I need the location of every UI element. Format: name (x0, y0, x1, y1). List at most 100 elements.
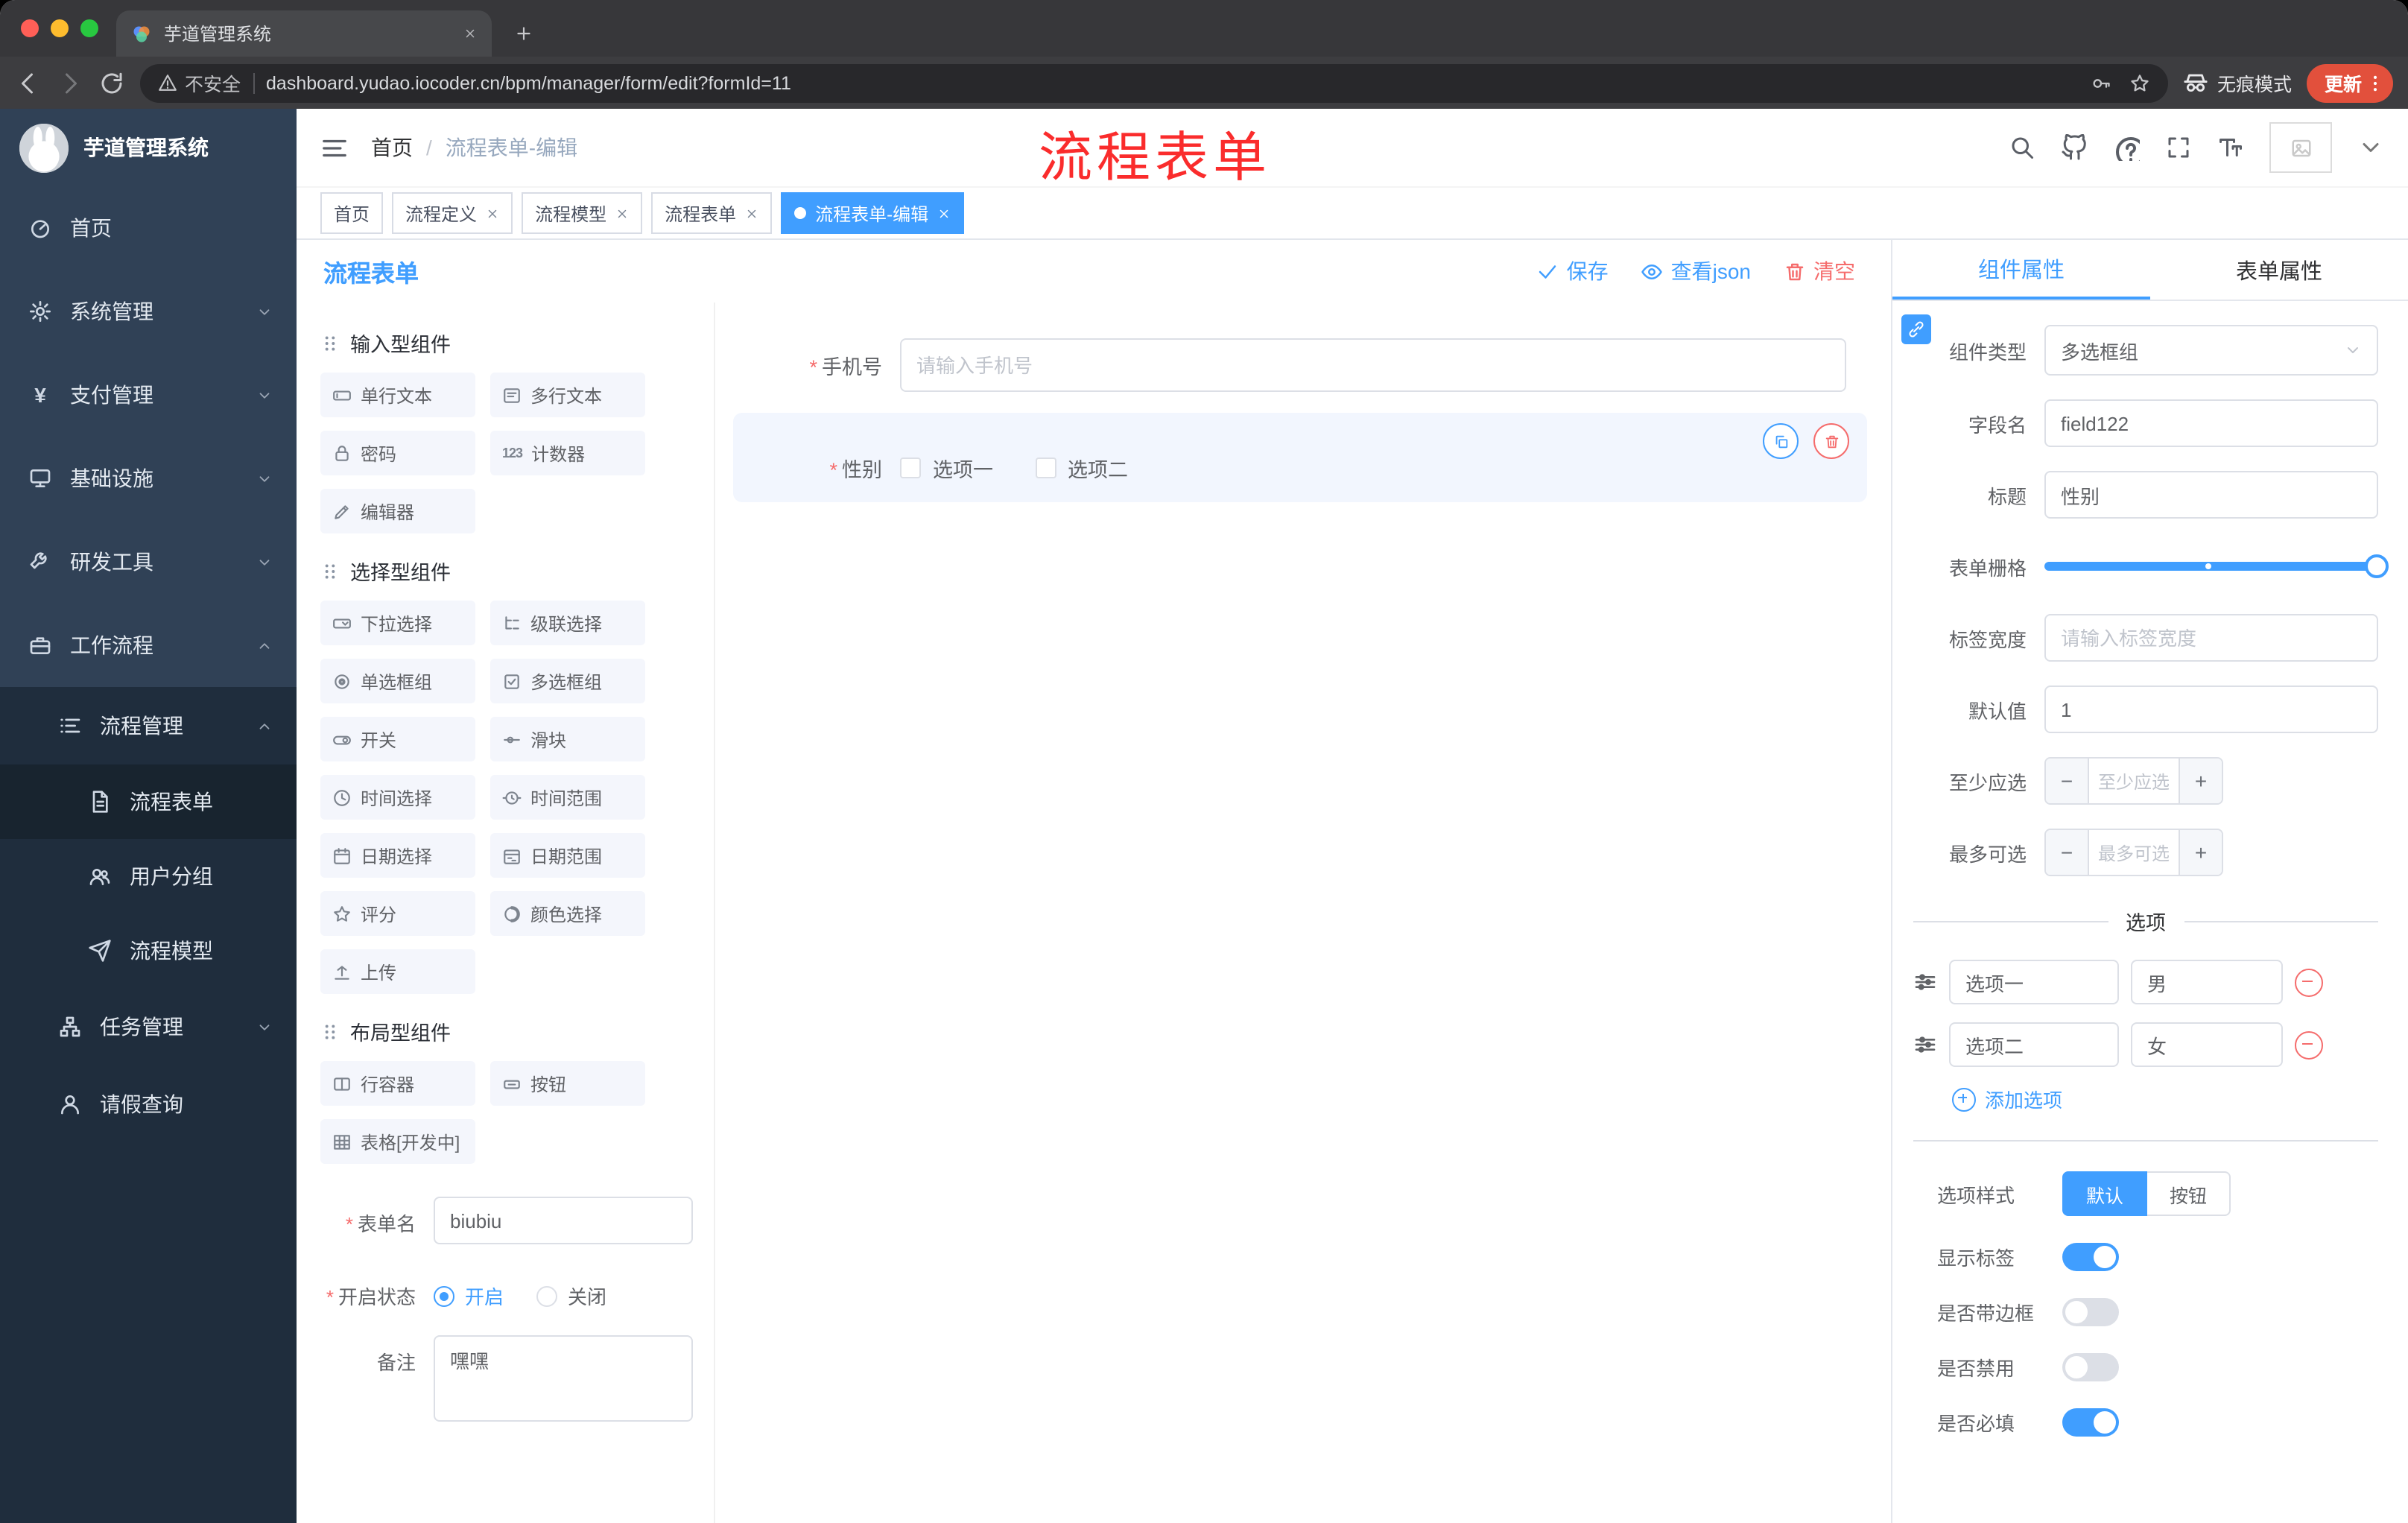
palette-item-single-text[interactable]: 单行文本 (320, 373, 475, 417)
form-canvas[interactable]: * 手机号 请输入手机号 * 性别 选项一 选项二 (715, 303, 1891, 1523)
option-drag-icon[interactable] (1913, 970, 1937, 994)
tab-close-icon[interactable] (463, 27, 477, 40)
github-icon[interactable] (2061, 134, 2088, 161)
required-toggle[interactable] (2062, 1408, 2119, 1437)
close-icon[interactable] (486, 206, 499, 220)
palette-item-upload[interactable]: 上传 (320, 949, 475, 994)
status-on-radio[interactable]: 开启 (434, 1282, 504, 1310)
gender-option-1-checkbox[interactable]: 选项一 (900, 453, 993, 483)
delete-component-button[interactable] (1813, 423, 1849, 459)
sidebar-item-user-group[interactable]: 用户分组 (0, 839, 297, 914)
palette-item-row-container[interactable]: 行容器 (320, 1061, 475, 1106)
duplicate-component-button[interactable] (1763, 423, 1799, 459)
back-icon[interactable] (15, 69, 42, 96)
option-1-value-input[interactable] (2131, 960, 2283, 1004)
browser-tab[interactable]: 芋道管理系统 (116, 10, 492, 57)
status-off-radio[interactable]: 关闭 (536, 1282, 606, 1310)
palette-item-rate[interactable]: 评分 (320, 891, 475, 936)
remove-option-icon[interactable] (2295, 968, 2323, 996)
canvas-field-gender-selected[interactable]: * 性别 选项一 选项二 (733, 413, 1867, 502)
tag-process-model[interactable]: 流程模型 (522, 192, 643, 234)
sidebar-item-devtools[interactable]: 研发工具 (0, 520, 297, 604)
tag-process-form[interactable]: 流程表单 (651, 192, 773, 234)
hamburger-icon[interactable] (320, 133, 349, 162)
minus-button[interactable]: − (2046, 830, 2089, 875)
new-tab-button[interactable] (504, 13, 542, 52)
tab-form-props[interactable]: 表单属性 (2150, 240, 2408, 300)
add-option-button[interactable]: 添加选项 (1952, 1085, 2378, 1113)
option-2-value-input[interactable] (2131, 1022, 2283, 1067)
remove-option-icon[interactable] (2295, 1030, 2323, 1059)
min-select-stepper[interactable]: − 至少应选 + (2044, 757, 2223, 805)
browser-menu-dots-icon[interactable] (2365, 72, 2386, 93)
disabled-toggle[interactable] (2062, 1353, 2119, 1381)
palette-item-multi-text[interactable]: 多行文本 (490, 373, 645, 417)
link-icon[interactable] (1901, 314, 1931, 344)
clear-button[interactable]: 清空 (1784, 256, 1855, 286)
palette-item-switch[interactable]: 开关 (320, 717, 475, 762)
minus-button[interactable]: − (2046, 759, 2089, 803)
gender-option-2-checkbox[interactable]: 选项二 (1035, 453, 1128, 483)
palette-item-time[interactable]: 时间选择 (320, 775, 475, 820)
close-window-button[interactable] (21, 19, 39, 37)
sidebar-item-process-mgmt[interactable]: 流程管理 (0, 687, 297, 764)
forward-icon[interactable] (57, 69, 83, 96)
palette-item-counter[interactable]: 123 计数器 (490, 431, 645, 475)
plus-button[interactable]: + (2179, 759, 2222, 803)
minimize-window-button[interactable] (51, 19, 69, 37)
palette-item-checkbox-group[interactable]: 多选框组 (490, 659, 645, 703)
form-grid-slider[interactable] (2044, 542, 2389, 590)
form-name-input[interactable] (434, 1197, 693, 1244)
sidebar-item-payment[interactable]: ¥ 支付管理 (0, 353, 297, 437)
bookmark-star-icon[interactable] (2129, 72, 2150, 93)
reload-icon[interactable] (98, 69, 125, 96)
palette-item-time-range[interactable]: 时间范围 (490, 775, 645, 820)
max-select-stepper[interactable]: − 最多可选 + (2044, 829, 2223, 876)
question-icon[interactable] (2113, 134, 2140, 161)
plus-button[interactable]: + (2179, 830, 2222, 875)
password-key-icon[interactable] (2091, 72, 2111, 93)
sidebar-item-workflow[interactable]: 工作流程 (0, 604, 297, 687)
option-2-name-input[interactable] (1949, 1022, 2119, 1067)
palette-item-button[interactable]: 按钮 (490, 1061, 645, 1106)
palette-item-table[interactable]: 表格[开发中] (320, 1119, 475, 1164)
sidebar-item-home[interactable]: 首页 (0, 186, 297, 270)
phone-input[interactable] (900, 338, 1846, 392)
palette-item-select[interactable]: 下拉选择 (320, 601, 475, 645)
close-icon[interactable] (937, 206, 951, 220)
max-select-value[interactable]: 最多可选 (2089, 830, 2179, 875)
security-chip[interactable]: 不安全 (158, 69, 241, 97)
tag-home[interactable]: 首页 (320, 192, 384, 234)
url-bar[interactable]: 不安全 dashboard.yudao.iocoder.cn/bpm/manag… (140, 63, 2168, 102)
tab-component-props[interactable]: 组件属性 (1892, 240, 2150, 300)
title-input[interactable] (2044, 471, 2378, 519)
close-icon[interactable] (615, 206, 629, 220)
canvas-field-phone[interactable]: * 手机号 (733, 338, 1846, 392)
view-json-button[interactable]: 查看json (1641, 256, 1751, 286)
sidebar-item-process-model[interactable]: 流程模型 (0, 914, 297, 988)
style-default-button[interactable]: 默认 (2062, 1171, 2148, 1216)
search-icon[interactable] (2009, 134, 2035, 161)
option-1-name-input[interactable] (1949, 960, 2119, 1004)
option-drag-icon[interactable] (1913, 1033, 1937, 1057)
breadcrumb-home[interactable]: 首页 (371, 133, 413, 162)
fullscreen-icon[interactable] (2165, 134, 2192, 161)
palette-item-editor[interactable]: 编辑器 (320, 489, 475, 533)
sidebar-item-infra[interactable]: 基础设施 (0, 437, 297, 520)
palette-item-date-range[interactable]: 日期范围 (490, 833, 645, 878)
palette-item-date[interactable]: 日期选择 (320, 833, 475, 878)
default-value-input[interactable] (2044, 685, 2378, 733)
slider-handle[interactable] (2365, 554, 2389, 578)
user-avatar[interactable] (2269, 122, 2332, 173)
min-select-value[interactable]: 至少应选 (2089, 759, 2179, 803)
form-remark-textarea[interactable]: 嘿嘿 (434, 1335, 693, 1422)
tag-process-form-edit[interactable]: 流程表单-编辑 (781, 192, 965, 234)
palette-item-color[interactable]: 颜色选择 (490, 891, 645, 936)
palette-item-radio-group[interactable]: 单选框组 (320, 659, 475, 703)
component-type-select[interactable]: 多选框组 (2044, 325, 2378, 376)
sidebar-item-process-form[interactable]: 流程表单 (0, 764, 297, 839)
style-button-button[interactable]: 按钮 (2147, 1171, 2231, 1216)
zoom-window-button[interactable] (80, 19, 98, 37)
sidebar-item-task-mgmt[interactable]: 任务管理 (0, 988, 297, 1066)
palette-item-cascade[interactable]: 级联选择 (490, 601, 645, 645)
